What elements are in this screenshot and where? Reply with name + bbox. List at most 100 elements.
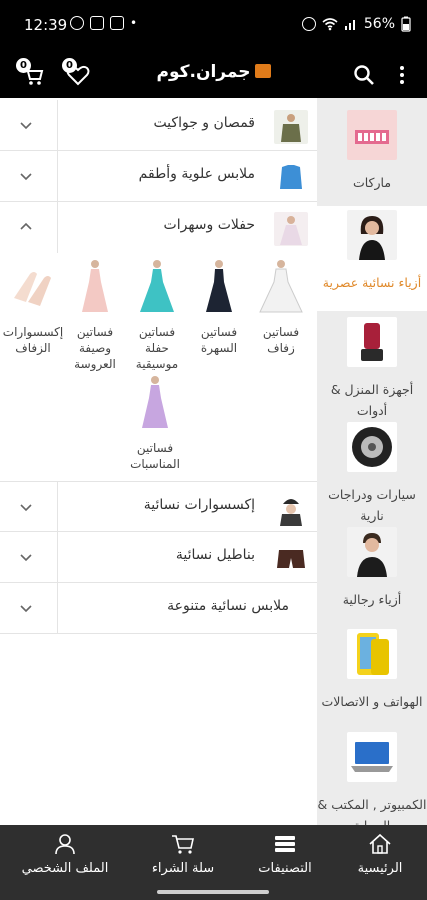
subcategory-panel: قمصان و جواكيت ملابس علوية وأطقم حفلات و…: [0, 98, 317, 825]
sidebar-item-home-appliances[interactable]: أجهزة المنزل & أدوات: [317, 313, 427, 418]
notification-icons: •: [70, 16, 137, 30]
brand-thumbnail: [347, 110, 397, 160]
subcategory-evening-dresses[interactable]: فساتين السهرة: [188, 258, 250, 356]
subcategory-prom-dresses[interactable]: فساتين حفلة موسيقية: [126, 258, 188, 372]
nav-categories[interactable]: التصنيفات: [235, 833, 335, 876]
sidebar-item-women-fashion[interactable]: أزياء نسائية عصرية: [317, 206, 427, 311]
row-label: قمصان و جواكيت: [153, 115, 255, 131]
search-icon[interactable]: [353, 64, 375, 86]
sidebar-item-brands[interactable]: ماركات: [317, 106, 427, 206]
chevron-down-icon[interactable]: [18, 600, 34, 616]
gloves-image: [14, 272, 51, 306]
row-tops-sets[interactable]: ملابس علوية وأطقم: [0, 151, 317, 202]
whatsapp-icon: [70, 16, 84, 30]
nav-home-label: الرئيسية: [357, 861, 403, 876]
evening-dress-image: [206, 260, 232, 312]
nav-home[interactable]: الرئيسية: [330, 833, 427, 876]
logo-text: جمران.كوم: [156, 62, 251, 82]
row-label: حفلات وسهرات: [163, 217, 255, 233]
battery-icon: [401, 16, 411, 32]
woman-thumbnail: [347, 210, 397, 260]
system-home-indicator[interactable]: [157, 890, 269, 894]
sidebar-item-label: سيارات ودراجات نارية: [328, 487, 416, 523]
categories-icon: [275, 836, 295, 852]
top-thumbnail: [274, 161, 308, 195]
signal-icon: [344, 20, 355, 30]
chevron-up-icon[interactable]: [18, 219, 34, 235]
divider: [57, 151, 58, 202]
subcategory-bridesmaid-dresses[interactable]: فساتين وصيفة العروسة: [64, 258, 126, 372]
subcategory-label: فساتين السهرة: [200, 325, 238, 355]
chevron-down-icon[interactable]: [18, 168, 34, 184]
sidebar-item-men-fashion[interactable]: أزياء رجالية: [317, 523, 427, 623]
row-women-pants[interactable]: بناطيل نسائية: [0, 532, 317, 583]
nav-categories-label: التصنيفات: [258, 861, 312, 876]
nav-profile-label: الملف الشخصي: [21, 861, 109, 876]
row-label: ملابس نسائية متنوعة: [167, 598, 289, 614]
alarm-icon: [301, 17, 316, 31]
divider: [57, 202, 58, 253]
bottom-navigation: الرئيسية التصنيفات سلة الشراء الملف الشخ…: [0, 825, 427, 900]
status-time: 12:39: [24, 16, 68, 34]
sidebar-item-cars-motorcycles[interactable]: سيارات ودراجات نارية: [317, 418, 427, 523]
divider: [57, 532, 58, 583]
row-shirts-jackets[interactable]: قمصان و جواكيت: [0, 100, 317, 151]
battery-percent: 56%: [363, 16, 395, 32]
row-women-misc[interactable]: ملابس نسائية متنوعة: [0, 583, 317, 634]
jacket-thumbnail: [274, 110, 308, 144]
category-sidebar: ماركات أزياء نسائية عصرية أجهزة المنزل &…: [317, 98, 427, 825]
tire-thumbnail: [347, 422, 397, 472]
shorts-thumbnail: [274, 542, 308, 576]
chevron-down-icon[interactable]: [18, 549, 34, 565]
status-bar: 12:39 • 56%: [0, 0, 427, 52]
subcategory-occasion-dresses[interactable]: فساتين المناسبات: [124, 374, 186, 472]
divider: [57, 583, 58, 634]
row-label: ملابس علوية وأطقم: [138, 166, 255, 182]
nav-cart[interactable]: سلة الشراء: [133, 833, 233, 876]
chevron-down-icon[interactable]: [18, 499, 34, 515]
evening-dress-thumbnail: [274, 212, 308, 246]
row-label: إكسسوارات نسائية: [143, 497, 255, 513]
juicer-thumbnail: [347, 317, 397, 367]
subcategory-wedding-accessories[interactable]: إكسسوارات الزفاف: [2, 258, 64, 356]
gmail-icon: [90, 16, 104, 30]
nav-profile[interactable]: الملف الشخصي: [15, 833, 115, 876]
subcategory-label: فساتين وصيفة العروسة: [74, 325, 116, 371]
cart-icon: [172, 835, 194, 854]
laptop-thumbnail: [347, 732, 397, 782]
sidebar-item-label: أجهزة المنزل & أدوات: [330, 382, 414, 418]
prom-dress-image: [140, 260, 174, 312]
phone-thumbnail: [347, 629, 397, 679]
dot-icon: •: [130, 16, 138, 30]
subcategory-wedding-dresses[interactable]: فساتين زفاف: [250, 258, 312, 356]
wedding-dress-image: [259, 260, 303, 313]
subcategory-label: فساتين زفاف: [262, 325, 300, 355]
bridesmaid-dress-image: [82, 260, 108, 312]
profile-icon: [55, 834, 75, 855]
more-options-icon[interactable]: [397, 64, 407, 86]
home-icon: [369, 833, 391, 854]
sidebar-item-label: الكمبيوتر , المكتب & الحماية: [317, 797, 427, 825]
man-thumbnail: [347, 527, 397, 577]
row-parties-evenings[interactable]: حفلات وسهرات: [0, 202, 317, 253]
divider: [57, 100, 58, 151]
divider: [57, 482, 58, 533]
subcategory-label: إكسسوارات الزفاف: [2, 325, 64, 355]
sidebar-item-computers[interactable]: الكمبيوتر , المكتب & الحماية: [317, 728, 427, 825]
gallery-icon: [110, 16, 124, 30]
sidebar-item-label: أزياء رجالية: [342, 592, 402, 607]
nav-cart-label: سلة الشراء: [151, 861, 215, 876]
system-icons: 56%: [301, 16, 411, 32]
app-header: 0 0 جمران.كوم: [0, 52, 427, 98]
sidebar-item-label: أزياء نسائية عصرية: [322, 275, 422, 290]
row-women-accessories[interactable]: إكسسوارات نسائية: [0, 481, 317, 533]
chevron-down-icon[interactable]: [18, 117, 34, 133]
sidebar-item-label: الهواتف و الاتصالات: [321, 694, 423, 709]
sidebar-item-phones[interactable]: الهواتف و الاتصالات: [317, 625, 427, 728]
wifi-icon: [322, 18, 338, 31]
occasion-dress-image: [142, 376, 168, 428]
row-label: بناطيل نسائية: [175, 547, 255, 563]
logo-mark-icon: [254, 64, 271, 78]
subcategory-label: فساتين المناسبات: [130, 441, 180, 471]
subcategory-label: فساتين حفلة موسيقية: [135, 325, 179, 371]
